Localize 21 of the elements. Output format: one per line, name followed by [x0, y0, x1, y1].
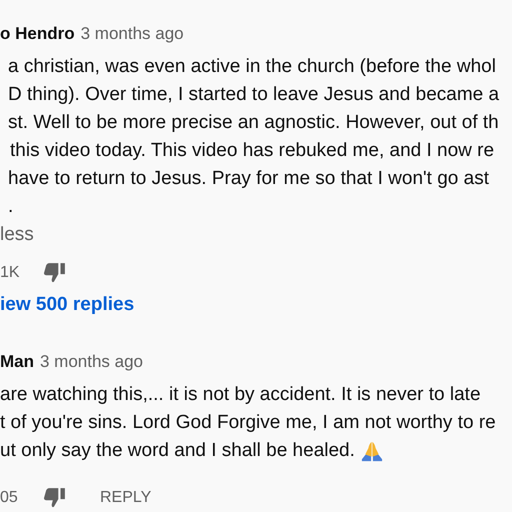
comment-text: t of you're sins. Lord God Forgive me, I am not worthy to re — [0, 411, 496, 435]
comment-text: . — [8, 195, 14, 219]
comment-text: a christian, was even active in the church (before the whol — [8, 55, 496, 79]
comment-text: are watching this,... it is not by accident. It is never to late — [0, 383, 481, 407]
comment-time: 3 months ago — [40, 352, 144, 372]
comment-text: ut only say the word and I shall be healed. — [0, 439, 355, 463]
comment-text: have to return to Jesus. Pray for me so that I won't go ast — [8, 167, 489, 191]
author-name[interactable]: o Hendro — [0, 24, 75, 44]
like-count: 1K — [0, 264, 21, 282]
author-name[interactable]: Man — [0, 352, 34, 372]
comment-text: st. Well to be more precise an agnostic. However, out of th — [8, 111, 499, 135]
thumbs-down-icon[interactable] — [44, 488, 66, 508]
view-replies-link[interactable]: iew 500 replies — [0, 294, 512, 320]
reply-button[interactable]: REPLY — [94, 487, 158, 509]
comment-text: this video today. This video has rebuked me, and I now re — [10, 139, 494, 163]
show-less-link[interactable]: less — [0, 224, 512, 250]
comment-time: 3 months ago — [80, 24, 184, 44]
praying-hands-icon — [360, 440, 383, 462]
comment-text: D thing). Over time, I started to leave Jesus and became a — [8, 83, 500, 107]
like-count: 05 — [0, 489, 19, 507]
thumbs-down-icon[interactable] — [44, 263, 66, 283]
